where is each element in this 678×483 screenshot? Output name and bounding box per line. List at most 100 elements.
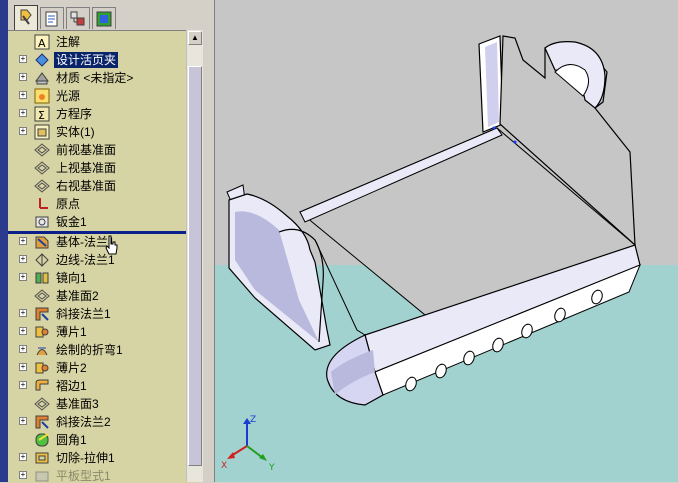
reference-triad[interactable]: Z X Y xyxy=(219,410,283,474)
y-axis-line xyxy=(246,445,264,459)
property-icon xyxy=(45,11,58,27)
expand-toggle[interactable]: + xyxy=(19,363,27,371)
expand-toggle[interactable]: + xyxy=(19,327,27,335)
tab-configuration-manager[interactable] xyxy=(66,7,90,29)
hem-icon xyxy=(35,379,49,391)
tree-item-tab1[interactable]: + 薄片1 xyxy=(8,323,186,341)
tree-item-material[interactable]: + 材质 <未指定> xyxy=(8,69,186,87)
annotation-icon: A xyxy=(34,34,50,50)
expand-toggle[interactable]: + xyxy=(19,255,27,263)
expand-toggle[interactable]: + xyxy=(19,127,27,135)
miter-flange-icon xyxy=(35,307,49,321)
expand-toggle[interactable]: + xyxy=(19,91,27,99)
tree-item-label: 前视基准面 xyxy=(56,143,117,157)
equations-icon: Σ xyxy=(34,106,50,122)
tree-item-design-binder[interactable]: + 设计活页夹 xyxy=(8,51,186,69)
tree-item-origin[interactable]: 原点 xyxy=(8,195,186,213)
tree-item-miter-flange1[interactable]: + 斜接法兰1 xyxy=(8,305,186,323)
lights-icon xyxy=(34,88,50,104)
tree-item-edge-flange[interactable]: + 边线-法兰1 xyxy=(8,251,186,269)
tree-item-top-plane[interactable]: 上视基准面 xyxy=(8,159,186,177)
plane-icon xyxy=(34,289,50,303)
expand-toggle[interactable]: + xyxy=(19,345,27,353)
tree-item-label: 基准面3 xyxy=(56,397,99,411)
expand-toggle[interactable]: + xyxy=(19,309,27,317)
mirror-icon xyxy=(35,272,49,284)
tree-item-label: 右视基准面 xyxy=(56,179,117,193)
expand-toggle[interactable]: + xyxy=(19,417,27,425)
tab-property-manager[interactable] xyxy=(40,7,64,29)
tree-item-label: 斜接法兰2 xyxy=(56,415,111,429)
expand-toggle[interactable]: + xyxy=(19,109,27,117)
tree-item-plane2[interactable]: 基准面2 xyxy=(8,287,186,305)
solid-bodies-icon xyxy=(34,124,50,140)
tree-item-label: 绘制的折弯1 xyxy=(56,343,123,357)
tab-feature-manager[interactable] xyxy=(14,5,38,30)
tree-item-label: 斜接法兰1 xyxy=(56,307,111,321)
tree-scrollbar[interactable]: ▲ xyxy=(186,30,203,482)
x-axis-label: X xyxy=(221,461,227,471)
edge-flange-icon xyxy=(35,253,49,267)
sketched-bend-icon xyxy=(36,347,48,356)
tree-item-solid-bodies[interactable]: + 实体(1) xyxy=(8,123,186,141)
expand-toggle[interactable]: + xyxy=(19,273,27,281)
graphics-viewport[interactable]: Z X Y xyxy=(214,0,678,482)
highlight-point xyxy=(492,126,496,130)
fillet-icon xyxy=(35,433,49,447)
scroll-thumb[interactable] xyxy=(188,66,202,466)
flat-pattern-icon xyxy=(35,471,49,482)
tree-item-right-plane[interactable]: 右视基准面 xyxy=(8,177,186,195)
tree-item-label: 薄片2 xyxy=(56,361,87,375)
plane-icon xyxy=(34,143,50,157)
y-axis-label: Y xyxy=(268,463,275,473)
material-icon xyxy=(35,72,49,85)
sheet-metal-icon xyxy=(35,216,49,228)
tree-item-label: 基准面2 xyxy=(56,289,99,303)
tree-item-label: 原点 xyxy=(56,197,81,211)
feature-tree-icon xyxy=(20,9,32,25)
tree-item-cut-extrude[interactable]: + 切除-拉伸1 xyxy=(8,449,186,467)
sheet-metal-part[interactable] xyxy=(215,0,678,482)
hand-cursor-icon xyxy=(105,235,118,255)
plane-icon xyxy=(34,397,50,411)
tab-display-manager[interactable] xyxy=(92,7,116,29)
expand-toggle[interactable]: + xyxy=(19,237,27,245)
tree-item-plane3[interactable]: 基准面3 xyxy=(8,395,186,413)
tree-item-label: 实体(1) xyxy=(56,125,95,139)
tree-item-label: 薄片1 xyxy=(56,325,87,339)
tree-item-sketched-bend[interactable]: + 绘制的折弯1 xyxy=(8,341,186,359)
tree-item-label: 注解 xyxy=(56,35,81,49)
tree-item-annotations[interactable]: A 注解 xyxy=(8,33,186,51)
scroll-up-button[interactable]: ▲ xyxy=(188,31,202,45)
expand-toggle[interactable]: + xyxy=(19,73,27,81)
tree-item-label: 方程序 xyxy=(56,107,93,121)
tree-item-label: 材质 <未指定> xyxy=(56,71,134,85)
tree-item-label: 上视基准面 xyxy=(56,161,117,175)
plane-icon xyxy=(34,161,50,175)
feature-tree: A 注解 + 设计活页夹 + 材质 <未指定> + 光源 + Σ 方程序 + 实… xyxy=(8,30,198,483)
tree-item-tab2[interactable]: + 薄片2 xyxy=(8,359,186,377)
tree-item-sheet-metal[interactable]: 钣金1 xyxy=(8,213,186,231)
tab-icon xyxy=(35,326,49,338)
expand-toggle[interactable]: + xyxy=(19,55,27,63)
tree-item-miter-flange2[interactable]: + 斜接法兰2 xyxy=(8,413,186,431)
tree-item-mirror[interactable]: + 镜向1 xyxy=(8,269,186,287)
tree-item-label: 切除-拉伸1 xyxy=(56,451,115,465)
tab-icon xyxy=(35,362,49,374)
tree-item-base-flange[interactable]: + 基体-法兰1 xyxy=(8,233,186,251)
tree-item-hem[interactable]: + 褶边1 xyxy=(8,377,186,395)
tree-item-flat-pattern[interactable]: + 平板型式1 xyxy=(8,467,186,483)
tree-item-label: 平板型式1 xyxy=(56,469,111,483)
expand-toggle[interactable]: + xyxy=(19,381,27,389)
tree-item-fillet[interactable]: 圆角1 xyxy=(8,431,186,449)
configuration-icon xyxy=(70,11,85,26)
tree-item-equations[interactable]: + Σ 方程序 xyxy=(8,105,186,123)
expand-toggle[interactable]: + xyxy=(19,453,27,461)
tree-item-lights[interactable]: + 光源 xyxy=(8,87,186,105)
tree-item-label: 光源 xyxy=(56,89,81,103)
svg-text:Σ: Σ xyxy=(38,109,45,122)
expand-toggle[interactable]: + xyxy=(19,471,27,479)
x-axis-arrow xyxy=(227,452,235,459)
tree-item-front-plane[interactable]: 前视基准面 xyxy=(8,141,186,159)
tree-item-label: 圆角1 xyxy=(56,433,87,447)
